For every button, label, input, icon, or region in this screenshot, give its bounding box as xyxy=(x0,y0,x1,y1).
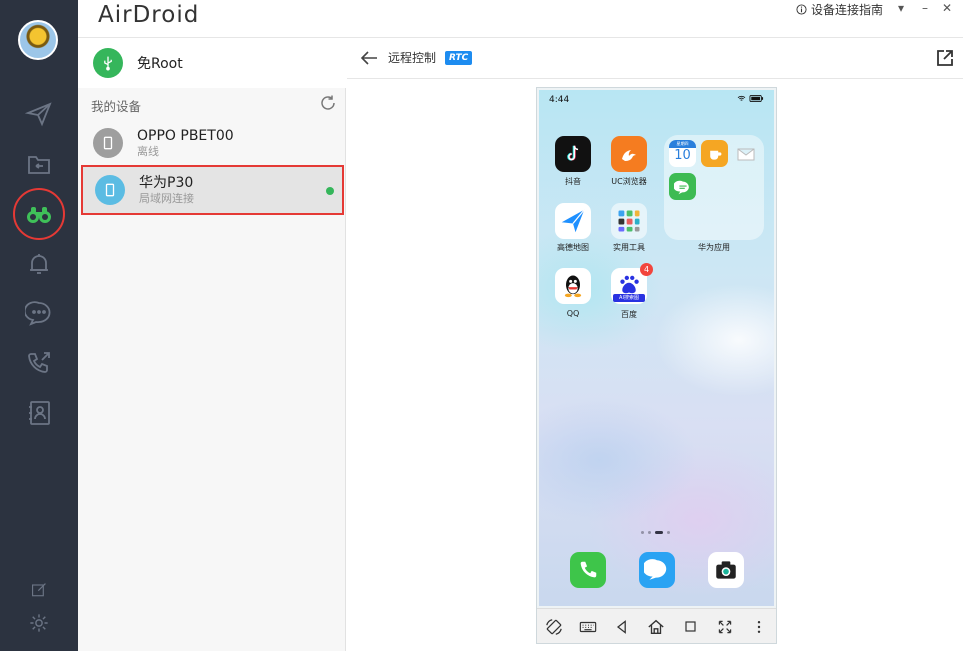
remote-control-title: 远程控制 xyxy=(388,51,437,65)
calendar-app-icon: 星期四 10 xyxy=(669,140,696,167)
baidu-subtitle: AI搜索图 xyxy=(613,294,645,302)
nav-notification-icon[interactable] xyxy=(19,244,59,284)
page-dot xyxy=(667,531,670,534)
mail-app-icon xyxy=(732,140,759,167)
huawei-apps-folder[interactable]: 星期四 10 xyxy=(664,135,764,240)
calendar-weekday: 星期四 xyxy=(669,140,696,148)
usb-icon xyxy=(93,48,123,78)
nav-calls-icon[interactable] xyxy=(19,343,59,383)
rotate-screen-icon[interactable] xyxy=(543,616,565,638)
home-icon[interactable] xyxy=(645,616,667,638)
amap-label: 高德地图 xyxy=(557,243,589,252)
qq-app-icon[interactable] xyxy=(555,268,591,304)
baidu-notification-badge: 4 xyxy=(640,263,653,276)
avatar[interactable] xyxy=(18,20,58,60)
phone-icon xyxy=(95,175,125,205)
refresh-icon[interactable] xyxy=(319,94,337,112)
airdroid-logo: AirDroid xyxy=(98,2,200,28)
remote-toolbar xyxy=(537,608,776,643)
connection-guide-label: 设备连接指南 xyxy=(810,3,883,17)
device-item-oppo[interactable]: OPPO PBET00 离线 xyxy=(81,119,344,167)
back-triangle-icon[interactable] xyxy=(611,616,633,638)
nav-transfer-icon[interactable] xyxy=(19,94,59,134)
page-dot xyxy=(648,531,651,534)
left-nav xyxy=(0,0,78,651)
more-options-icon[interactable] xyxy=(748,616,770,638)
qq-label: QQ xyxy=(566,309,580,318)
huawei-apps-folder-label: 华为应用 xyxy=(698,243,730,252)
camera-app-icon[interactable] xyxy=(708,552,744,588)
keyboard-icon[interactable] xyxy=(577,616,599,638)
page-indicator xyxy=(641,531,670,534)
device-text: 华为P30 局域网连接 xyxy=(139,174,194,206)
chat-app-icon xyxy=(669,173,696,200)
phone-mirror[interactable]: 4:44 抖音 UC浏览器 星期四 10 高德地图 实用工具 华为应用 QQ A… xyxy=(536,87,777,644)
device-item-huawei-p30[interactable]: 华为P30 局域网连接 xyxy=(81,165,344,215)
amap-app-icon[interactable] xyxy=(555,203,591,239)
wifi-icon xyxy=(737,95,746,101)
nav-remote-control-icon[interactable] xyxy=(19,194,59,234)
uc-browser-label: UC浏览器 xyxy=(611,177,647,186)
device-name: 华为P30 xyxy=(139,175,194,191)
settings-gear-icon[interactable] xyxy=(19,603,59,643)
popout-window-icon[interactable] xyxy=(935,48,955,68)
calendar-day: 10 xyxy=(674,148,691,163)
device-text: OPPO PBET00 离线 xyxy=(137,127,234,159)
no-root-label: 免Root xyxy=(137,56,183,72)
tools-folder-icon[interactable] xyxy=(611,203,647,239)
device-list-panel: 免Root 我的设备 OPPO PBET00 离线 华为P30 局域网连接 xyxy=(78,38,346,651)
minimize-button[interactable]: – xyxy=(915,0,935,16)
remote-control-header: 远程控制 RTC xyxy=(347,38,963,79)
page-dot-active xyxy=(655,531,663,534)
tools-label: 实用工具 xyxy=(613,243,645,252)
phone-icon xyxy=(93,128,123,158)
no-root-entry[interactable]: 免Root xyxy=(78,38,346,88)
nav-files-icon[interactable] xyxy=(19,144,59,184)
fullscreen-icon[interactable] xyxy=(714,616,736,638)
close-button[interactable]: ✕ xyxy=(937,0,957,16)
status-icons xyxy=(737,95,764,102)
nav-contacts-icon[interactable] xyxy=(19,393,59,433)
rtc-badge: RTC xyxy=(445,51,473,65)
nav-messages-icon[interactable] xyxy=(19,293,59,333)
info-icon xyxy=(796,4,807,15)
dropdown-menu-button[interactable]: ▾ xyxy=(891,0,911,16)
device-status: 离线 xyxy=(137,145,159,158)
uc-browser-app-icon[interactable] xyxy=(611,136,647,172)
airdroid-window: AirDroid 设备连接指南 ▾ – ✕ 免Root 我的设备 OPPO PB… xyxy=(0,0,963,651)
douyin-label: 抖音 xyxy=(565,177,581,186)
mug-app-icon xyxy=(701,140,728,167)
recent-apps-icon[interactable] xyxy=(680,616,702,638)
douyin-app-icon[interactable] xyxy=(555,136,591,172)
online-status-dot xyxy=(326,187,334,195)
connection-guide-link[interactable]: 设备连接指南 xyxy=(796,1,883,18)
device-status: 局域网连接 xyxy=(139,192,194,205)
messages-app-icon[interactable] xyxy=(639,552,675,588)
back-arrow-icon[interactable] xyxy=(359,48,379,68)
phone-screen[interactable]: 4:44 抖音 UC浏览器 星期四 10 高德地图 实用工具 华为应用 QQ A… xyxy=(539,90,774,606)
phone-dialer-icon[interactable] xyxy=(570,552,606,588)
page-dot xyxy=(641,531,644,534)
title-bar: AirDroid 设备连接指南 ▾ – ✕ xyxy=(78,0,963,38)
my-devices-heading: 我的设备 xyxy=(91,99,142,114)
battery-icon xyxy=(749,95,764,102)
device-name: OPPO PBET00 xyxy=(137,128,234,144)
phone-time: 4:44 xyxy=(549,95,570,105)
baidu-label: 百度 xyxy=(621,310,637,319)
